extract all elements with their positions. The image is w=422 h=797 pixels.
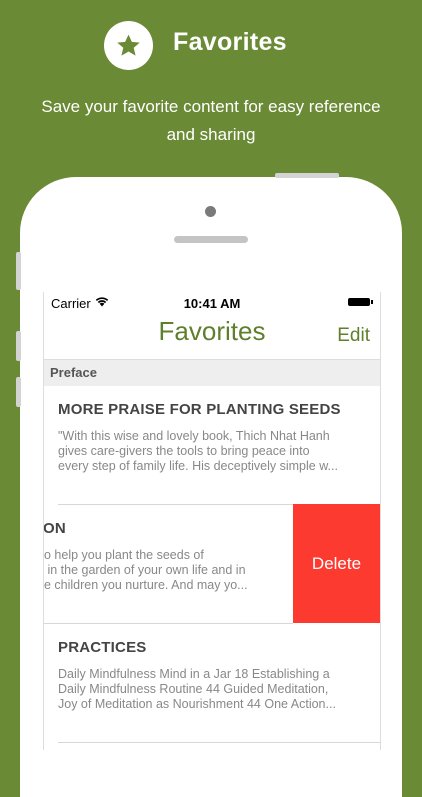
cell-title: PRACTICES — [58, 639, 147, 656]
favorites-star-badge — [104, 21, 153, 70]
section-header-label: Preface — [50, 365, 97, 380]
row-separator — [58, 742, 380, 743]
clock: 10:41 AM — [183, 296, 241, 311]
delete-button-label: Delete — [311, 554, 362, 573]
phone-speaker — [174, 236, 248, 243]
battery-icon — [348, 298, 373, 306]
cell-title: ON — [43, 520, 66, 537]
promo-subtitle: Save your favorite content for easy refe… — [0, 93, 422, 149]
favorite-cell-swiped[interactable]: ON o help you plant the seeds of in the … — [43, 505, 303, 623]
star-icon — [117, 34, 140, 56]
section-header: Preface — [44, 359, 380, 387]
phone-side-button — [275, 173, 339, 178]
cell-excerpt: "With this wise and lovely book, Thich N… — [58, 429, 338, 473]
promo-subtitle-line-1: Save your favorite content for easy refe… — [41, 97, 381, 116]
delete-button[interactable]: Delete — [293, 504, 380, 623]
cell-excerpt: o help you plant the seeds of in the gar… — [44, 548, 248, 592]
cell-title: MORE PRAISE FOR PLANTING SEEDS — [58, 401, 341, 418]
promo-subtitle-line-2: and sharing — [166, 125, 256, 144]
phone-side-button — [16, 377, 21, 407]
promo-title: Favorites — [173, 28, 287, 56]
favorite-cell[interactable]: MORE PRAISE FOR PLANTING SEEDS "With thi… — [44, 386, 380, 504]
phone-camera — [205, 206, 216, 217]
phone-side-button — [16, 331, 21, 361]
status-bar: Carrier 10:41 AM — [44, 292, 380, 312]
cell-title-text: ON — [43, 520, 66, 537]
app-screen: Carrier 10:41 AM Favorites Edit Preface … — [43, 292, 381, 750]
phone-side-button — [16, 252, 21, 290]
cell-excerpt: Daily Mindfulness Mind in a Jar 18 Estab… — [58, 667, 336, 711]
favorite-cell[interactable]: PRACTICES Daily Mindfulness Mind in a Ja… — [44, 624, 380, 742]
nav-title: Favorites — [158, 316, 266, 346]
edit-button[interactable]: Edit — [337, 325, 370, 347]
